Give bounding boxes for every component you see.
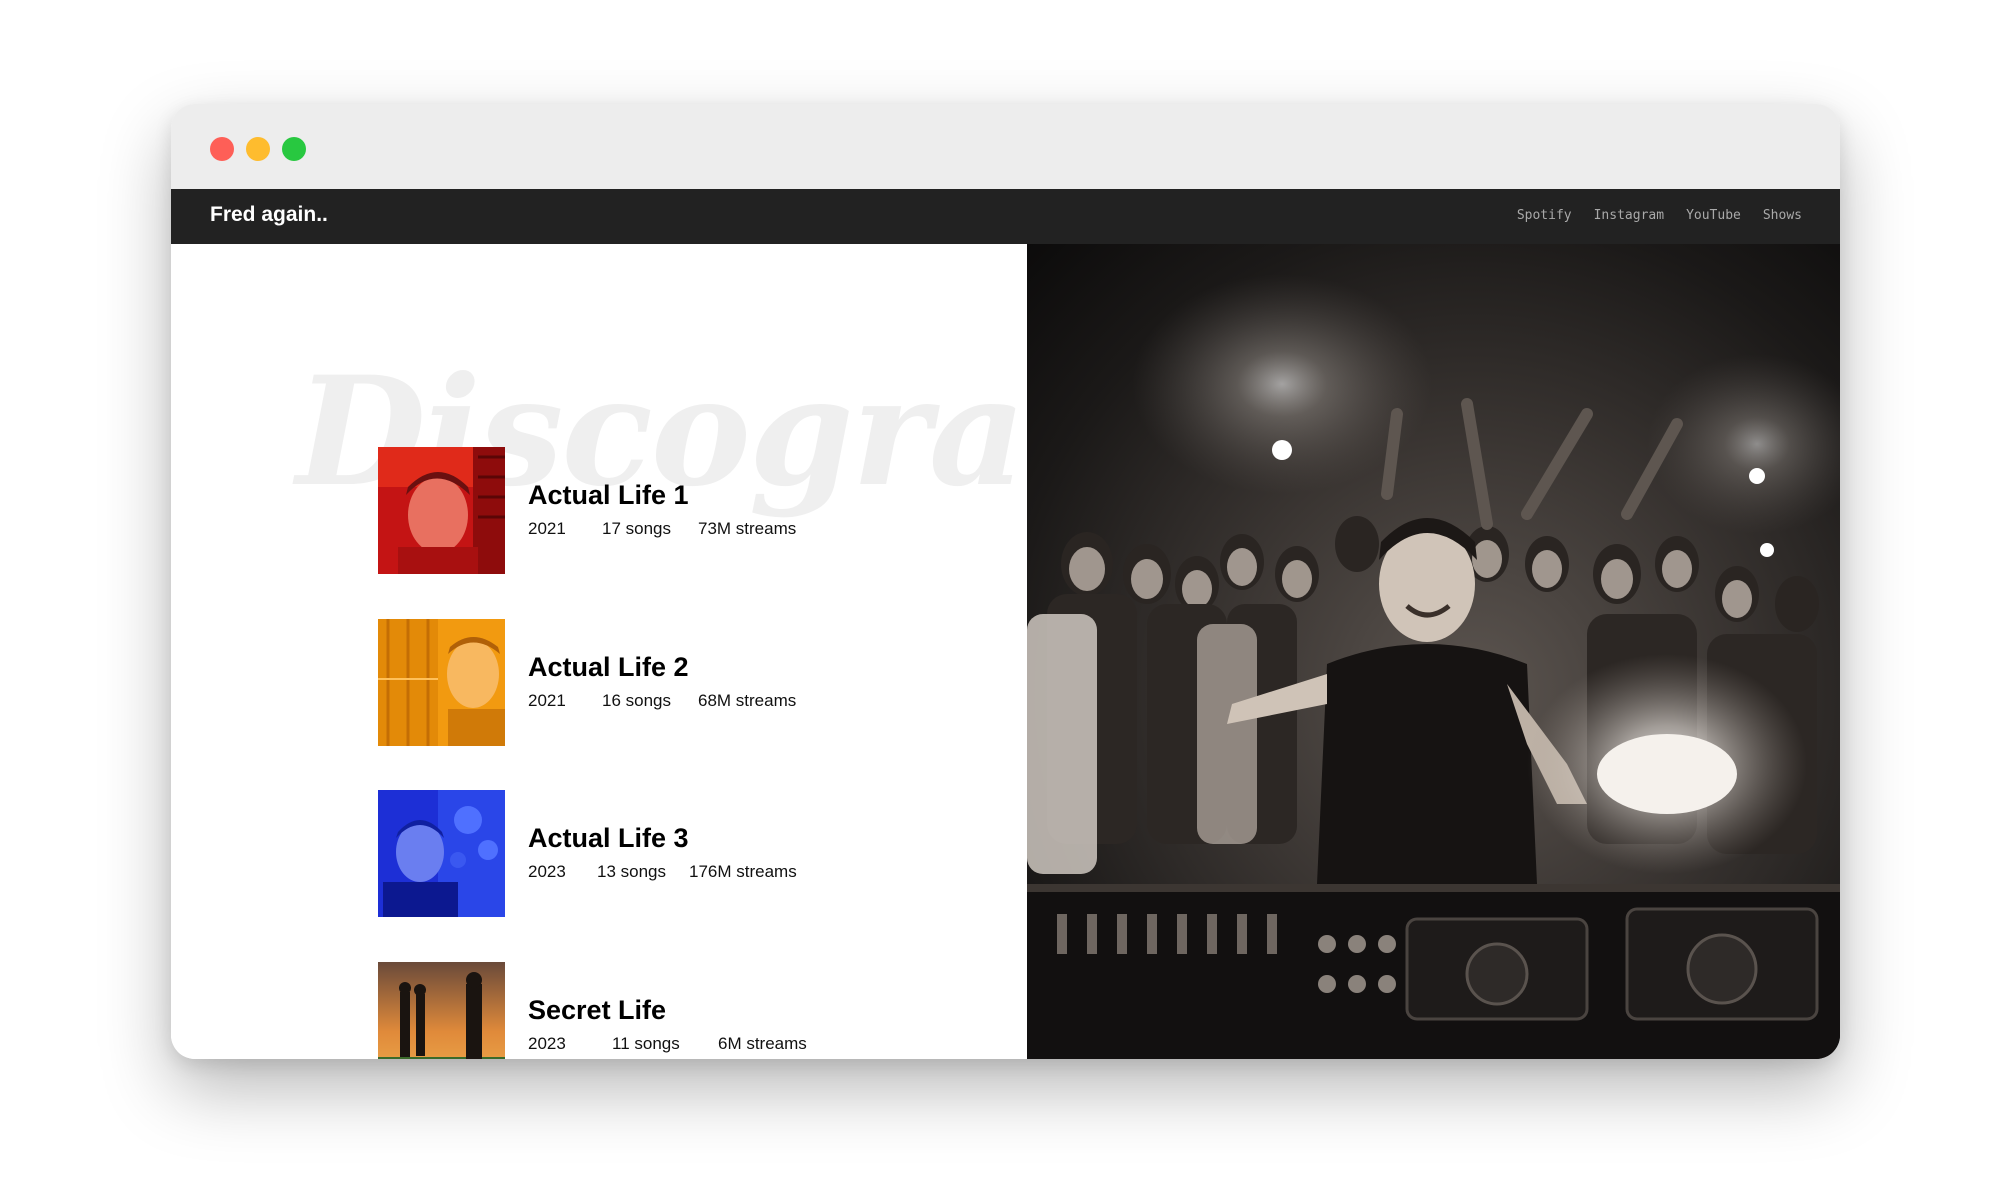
album-year: 2021 bbox=[528, 691, 566, 710]
browser-window: Fred again.. Spotify Instagram YouTube S… bbox=[171, 104, 1840, 1059]
brand-logo[interactable]: Fred again.. bbox=[210, 203, 328, 227]
nav-links: Spotify Instagram YouTube Shows bbox=[1517, 208, 1802, 223]
minimize-window-button[interactable] bbox=[246, 137, 270, 161]
album-song-count: 17 songs bbox=[602, 519, 671, 538]
nav-link-spotify[interactable]: Spotify bbox=[1517, 208, 1572, 223]
album-title[interactable]: Actual Life 3 bbox=[528, 823, 689, 854]
hero-photo bbox=[1027, 244, 1840, 1059]
close-window-button[interactable] bbox=[210, 137, 234, 161]
album-cover[interactable] bbox=[378, 619, 505, 746]
nav-link-shows[interactable]: Shows bbox=[1763, 208, 1802, 223]
nav-link-youtube[interactable]: YouTube bbox=[1686, 208, 1741, 223]
album-item[interactable]: Actual Life 3 2023 13 songs 176M streams bbox=[378, 790, 978, 918]
album-year: 2023 bbox=[528, 862, 566, 881]
album-cover[interactable] bbox=[378, 790, 505, 917]
album-song-count: 11 songs bbox=[612, 1034, 680, 1053]
maximize-window-button[interactable] bbox=[282, 137, 306, 161]
page-content: Discography bbox=[171, 244, 1840, 1059]
album-streams: 68M streams bbox=[698, 691, 797, 710]
album-item[interactable]: Actual Life 2 2021 16 songs 68M streams bbox=[378, 619, 978, 747]
album-item[interactable]: Actual Life 1 2021 17 songs 73M streams bbox=[378, 447, 978, 575]
album-streams: 176M streams bbox=[689, 862, 797, 881]
album-year: 2023 bbox=[528, 1034, 566, 1053]
album-song-count: 13 songs bbox=[597, 862, 666, 881]
album-song-count: 16 songs bbox=[602, 691, 671, 710]
album-title[interactable]: Actual Life 1 bbox=[528, 480, 689, 511]
album-year: 2021 bbox=[528, 519, 566, 538]
album-cover[interactable] bbox=[378, 962, 505, 1059]
album-streams: 73M streams bbox=[698, 519, 797, 538]
album-item[interactable]: Secret Life 2023 11 songs 6M streams bbox=[378, 962, 978, 1059]
discography-panel: Discography bbox=[171, 244, 1027, 1059]
nav-link-instagram[interactable]: Instagram bbox=[1594, 208, 1664, 223]
album-title[interactable]: Actual Life 2 bbox=[528, 652, 689, 683]
album-cover[interactable] bbox=[378, 447, 505, 574]
title-bar bbox=[171, 104, 1840, 189]
site-navbar: Fred again.. Spotify Instagram YouTube S… bbox=[171, 189, 1840, 244]
album-title[interactable]: Secret Life bbox=[528, 995, 666, 1026]
album-streams: 6M streams bbox=[718, 1034, 807, 1053]
